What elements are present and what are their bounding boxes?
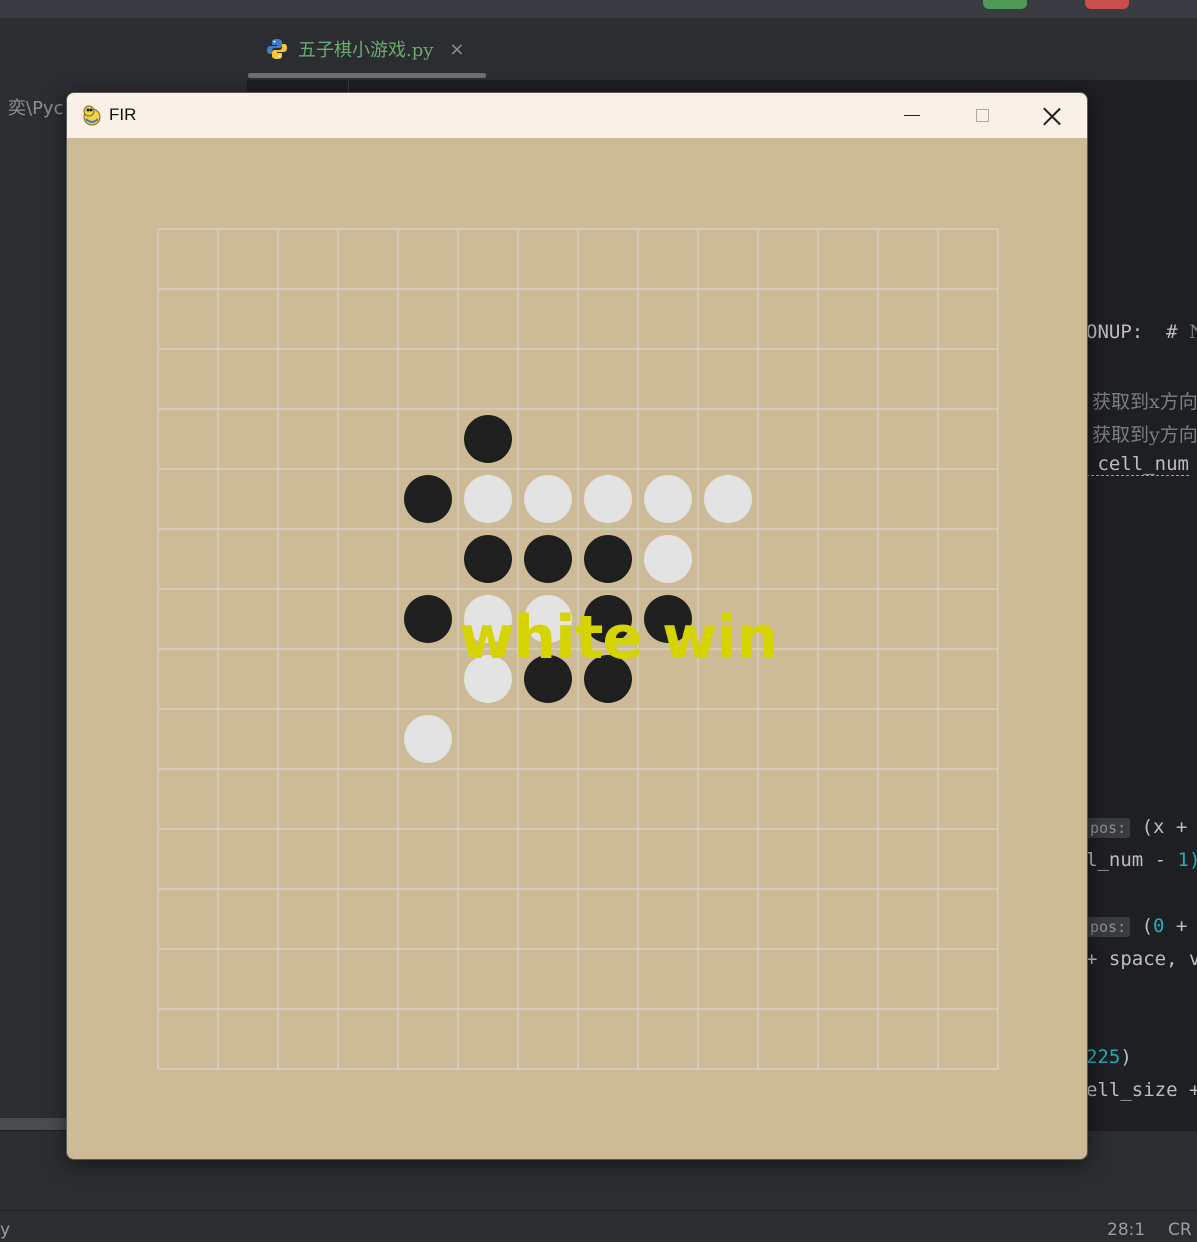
code-line[interactable]: cell_num	[1086, 453, 1189, 476]
code-token: (	[1130, 915, 1154, 937]
code-token: 获取到y方向	[1086, 424, 1197, 446]
project-path-text: 奕\Pyc	[8, 98, 64, 119]
code-line[interactable]: pos: (0 + s	[1086, 915, 1197, 937]
code-line[interactable]: 225)	[1086, 1046, 1132, 1068]
minimize-button[interactable]	[877, 93, 947, 138]
white-stone	[464, 475, 512, 523]
maximize-button[interactable]	[947, 93, 1017, 138]
code-token: 获取到x方向	[1086, 391, 1197, 413]
black-stone	[404, 475, 452, 523]
project-panel-scrollbar[interactable]	[0, 1118, 66, 1130]
code-token: (x + s	[1141, 816, 1188, 838]
white-stone	[584, 475, 632, 523]
code-token: 225	[1086, 1046, 1121, 1068]
code-token: pos:	[1086, 818, 1131, 838]
line-separator[interactable]: CR	[1168, 1220, 1192, 1240]
code-line[interactable]: 获取到x方向	[1086, 387, 1197, 414]
white-stone	[644, 475, 692, 523]
code-line[interactable]: 获取到y方向	[1086, 420, 1197, 447]
code-token: pos:	[1086, 917, 1131, 937]
minimize-icon	[904, 114, 920, 117]
white-stone	[524, 475, 572, 523]
code-line[interactable]: l_num - 1)	[1086, 849, 1197, 871]
code-token: N	[1189, 321, 1197, 343]
editor-tab-label: 五子棋小游戏.py	[298, 40, 434, 61]
code-token: ell_size +	[1086, 1079, 1197, 1101]
code-token: )	[1120, 1046, 1132, 1068]
pygame-snake-icon	[80, 103, 104, 127]
window-title: FIR	[109, 105, 137, 124]
white-stone	[404, 715, 452, 763]
black-stone	[404, 595, 452, 643]
code-line[interactable]: ONUP: # N	[1086, 321, 1197, 343]
code-token: l_num -	[1086, 849, 1178, 871]
black-stone	[584, 535, 632, 583]
black-stone	[464, 535, 512, 583]
game-canvas[interactable]: white win	[67, 138, 1087, 1159]
black-stone	[464, 415, 512, 463]
window-title-bar[interactable]: FIR	[67, 93, 1087, 138]
game-window: FIR white win	[66, 92, 1088, 1160]
python-file-icon	[266, 38, 288, 60]
code-token: ONUP: #	[1086, 321, 1189, 343]
ide-status-bar	[0, 1210, 1197, 1242]
code-line[interactable]: pos: (x + s	[1086, 816, 1197, 838]
code-token: 0	[1153, 915, 1165, 937]
code-token: 1)	[1177, 849, 1197, 871]
ide-stop-button[interactable]	[1085, 0, 1129, 9]
status-left-text: y	[0, 1220, 11, 1240]
black-stone	[524, 535, 572, 583]
cursor-position[interactable]: 28:1	[1107, 1220, 1145, 1240]
ide-run-button[interactable]	[983, 0, 1027, 9]
code-token: cell_num	[1086, 453, 1189, 476]
active-tab-indicator	[248, 73, 486, 78]
close-icon	[1043, 107, 1061, 125]
code-line[interactable]: + space, v	[1086, 948, 1197, 970]
tab-close-icon[interactable]: ×	[449, 39, 464, 60]
white-stone	[644, 535, 692, 583]
code-token: + space, v	[1086, 948, 1197, 970]
maximize-icon	[975, 109, 989, 122]
white-stone	[704, 475, 752, 523]
game-result-message: white win	[459, 603, 779, 673]
code-token: + s	[1175, 915, 1188, 937]
close-button[interactable]	[1017, 93, 1087, 138]
editor-tab[interactable]: 五子棋小游戏.py ×	[248, 32, 465, 66]
code-line[interactable]: ell_size +	[1086, 1079, 1197, 1101]
